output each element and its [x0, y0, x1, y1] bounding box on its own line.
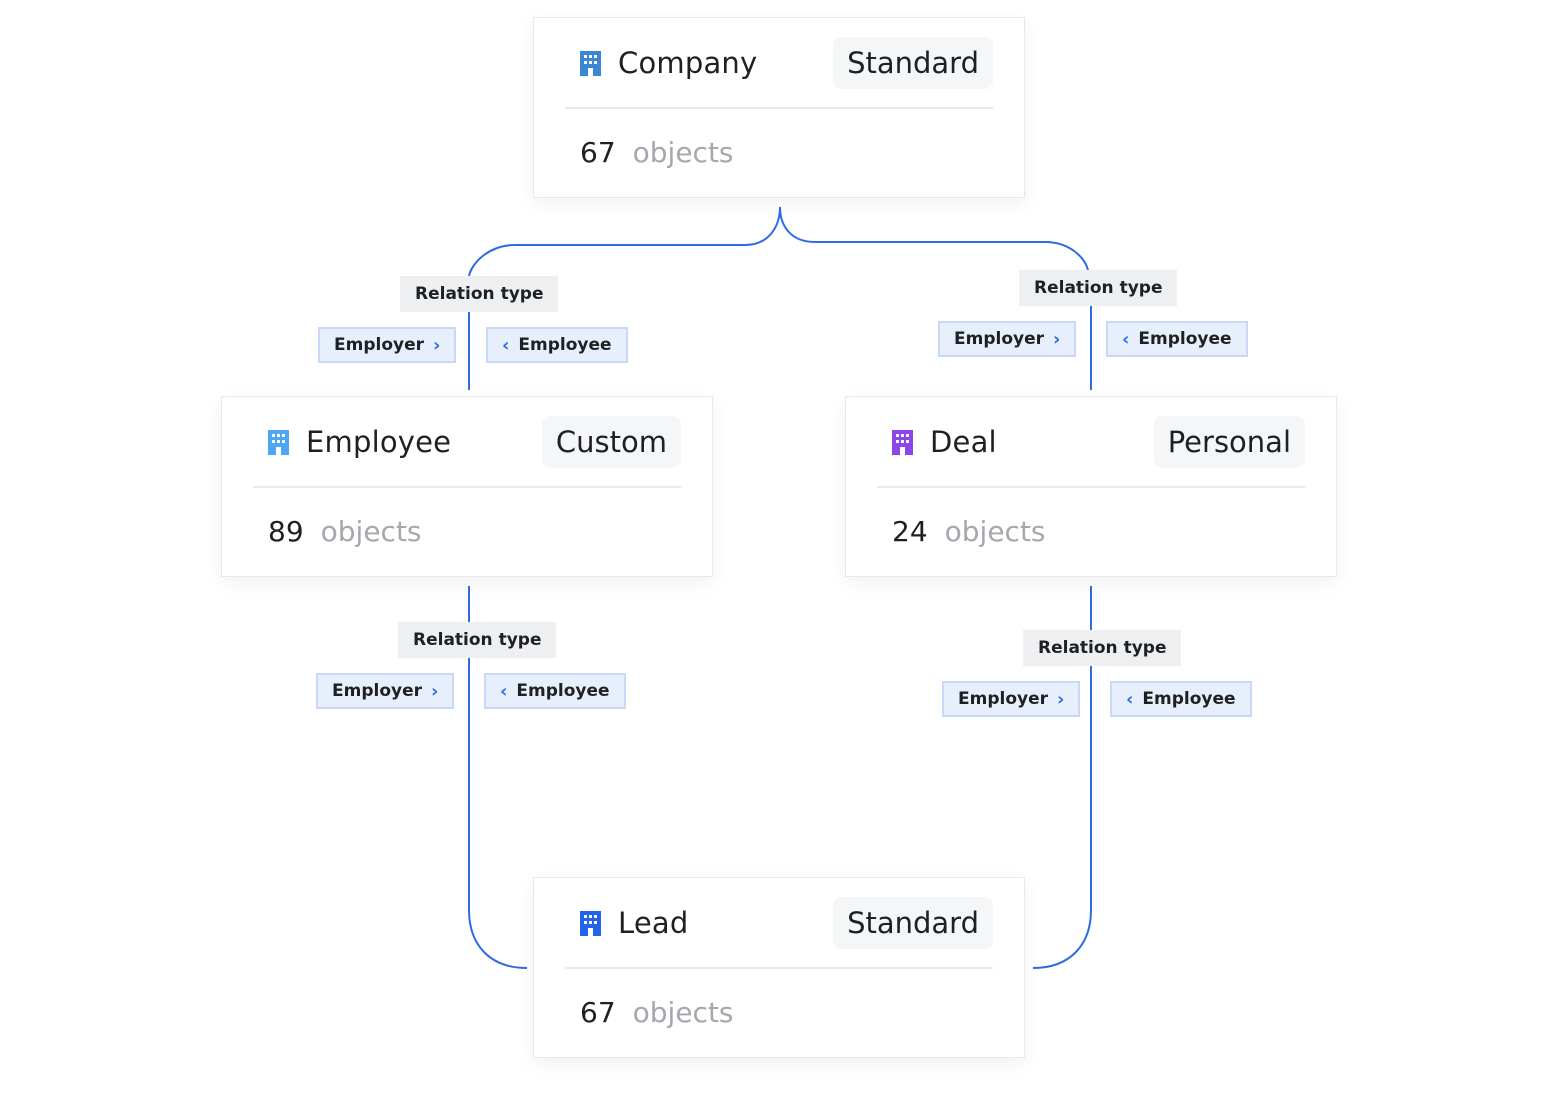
- relation-type-label[interactable]: Relation type: [398, 622, 557, 658]
- count-unit: objects: [944, 515, 1046, 548]
- card-title: Deal: [930, 425, 997, 459]
- count-value: 67: [580, 136, 616, 169]
- connector-company-employee: [468, 206, 781, 277]
- relation-backward-pill[interactable]: ‹ Employee: [1110, 681, 1252, 717]
- pill-label: Employer: [954, 328, 1044, 349]
- card-title-group: Lead: [565, 906, 688, 940]
- chevron-left-icon: ‹: [1126, 688, 1134, 710]
- count-value: 67: [580, 996, 616, 1029]
- chevron-right-icon: ›: [1057, 688, 1065, 710]
- relation-type-label[interactable]: Relation type: [400, 276, 559, 312]
- card-header: Lead Standard: [565, 897, 993, 949]
- chevron-right-icon: ›: [431, 680, 439, 702]
- relation-forward-pill[interactable]: Employer ›: [938, 321, 1077, 357]
- pill-label: Employee: [1138, 328, 1232, 349]
- relation-backward-pill[interactable]: ‹ Employee: [484, 673, 626, 709]
- divider: [565, 967, 993, 969]
- building-icon: [580, 50, 601, 76]
- relation-type-label[interactable]: Relation type: [1023, 630, 1182, 666]
- object-count: 24 objects: [892, 515, 1046, 548]
- type-badge: Personal: [1153, 416, 1305, 468]
- pill-label: Employee: [1142, 688, 1236, 709]
- type-badge: Standard: [833, 897, 993, 949]
- object-card-employee[interactable]: Employee Custom 89 objects: [221, 396, 713, 577]
- connector-company-deal: [779, 206, 1089, 271]
- card-header: Employee Custom: [253, 416, 681, 468]
- building-icon: [580, 910, 601, 936]
- divider: [565, 107, 993, 109]
- count-unit: objects: [320, 515, 422, 548]
- divider: [877, 486, 1305, 488]
- pill-label: Employer: [958, 688, 1048, 709]
- pill-label: Employee: [516, 680, 610, 701]
- card-title: Employee: [306, 425, 452, 459]
- object-card-lead[interactable]: Lead Standard 67 objects: [533, 877, 1025, 1058]
- chevron-left-icon: ‹: [1122, 328, 1130, 350]
- relation-backward-pill[interactable]: ‹ Employee: [486, 327, 628, 363]
- object-count: 67 objects: [580, 996, 734, 1029]
- chevron-left-icon: ‹: [500, 680, 508, 702]
- type-badge: Custom: [541, 416, 681, 468]
- chevron-left-icon: ‹: [502, 334, 510, 356]
- count-value: 24: [892, 515, 928, 548]
- object-count: 67 objects: [580, 136, 734, 169]
- object-card-deal[interactable]: Deal Personal 24 objects: [845, 396, 1337, 577]
- count-value: 89: [268, 515, 304, 548]
- relation-type-label[interactable]: Relation type: [1019, 270, 1178, 306]
- pill-label: Employee: [518, 334, 612, 355]
- card-title: Lead: [618, 906, 689, 940]
- chevron-right-icon: ›: [1053, 328, 1061, 350]
- building-icon: [892, 429, 913, 455]
- card-header: Deal Personal: [877, 416, 1305, 468]
- relation-forward-pill[interactable]: Employer ›: [942, 681, 1081, 717]
- card-title-group: Employee: [253, 425, 451, 459]
- count-unit: objects: [632, 996, 734, 1029]
- relation-forward-pill[interactable]: Employer ›: [316, 673, 455, 709]
- type-badge: Standard: [833, 37, 993, 89]
- divider: [253, 486, 681, 488]
- pill-label: Employer: [334, 334, 424, 355]
- card-title-group: Deal: [877, 425, 997, 459]
- count-unit: objects: [632, 136, 734, 169]
- building-icon: [268, 429, 289, 455]
- pill-label: Employer: [332, 680, 422, 701]
- chevron-right-icon: ›: [433, 334, 441, 356]
- object-count: 89 objects: [268, 515, 422, 548]
- card-title: Company: [618, 46, 758, 80]
- relation-forward-pill[interactable]: Employer ›: [318, 327, 457, 363]
- card-header: Company Standard: [565, 37, 993, 89]
- object-card-company[interactable]: Company Standard 67 objects: [533, 17, 1025, 198]
- card-title-group: Company: [565, 46, 757, 80]
- relation-backward-pill[interactable]: ‹ Employee: [1106, 321, 1248, 357]
